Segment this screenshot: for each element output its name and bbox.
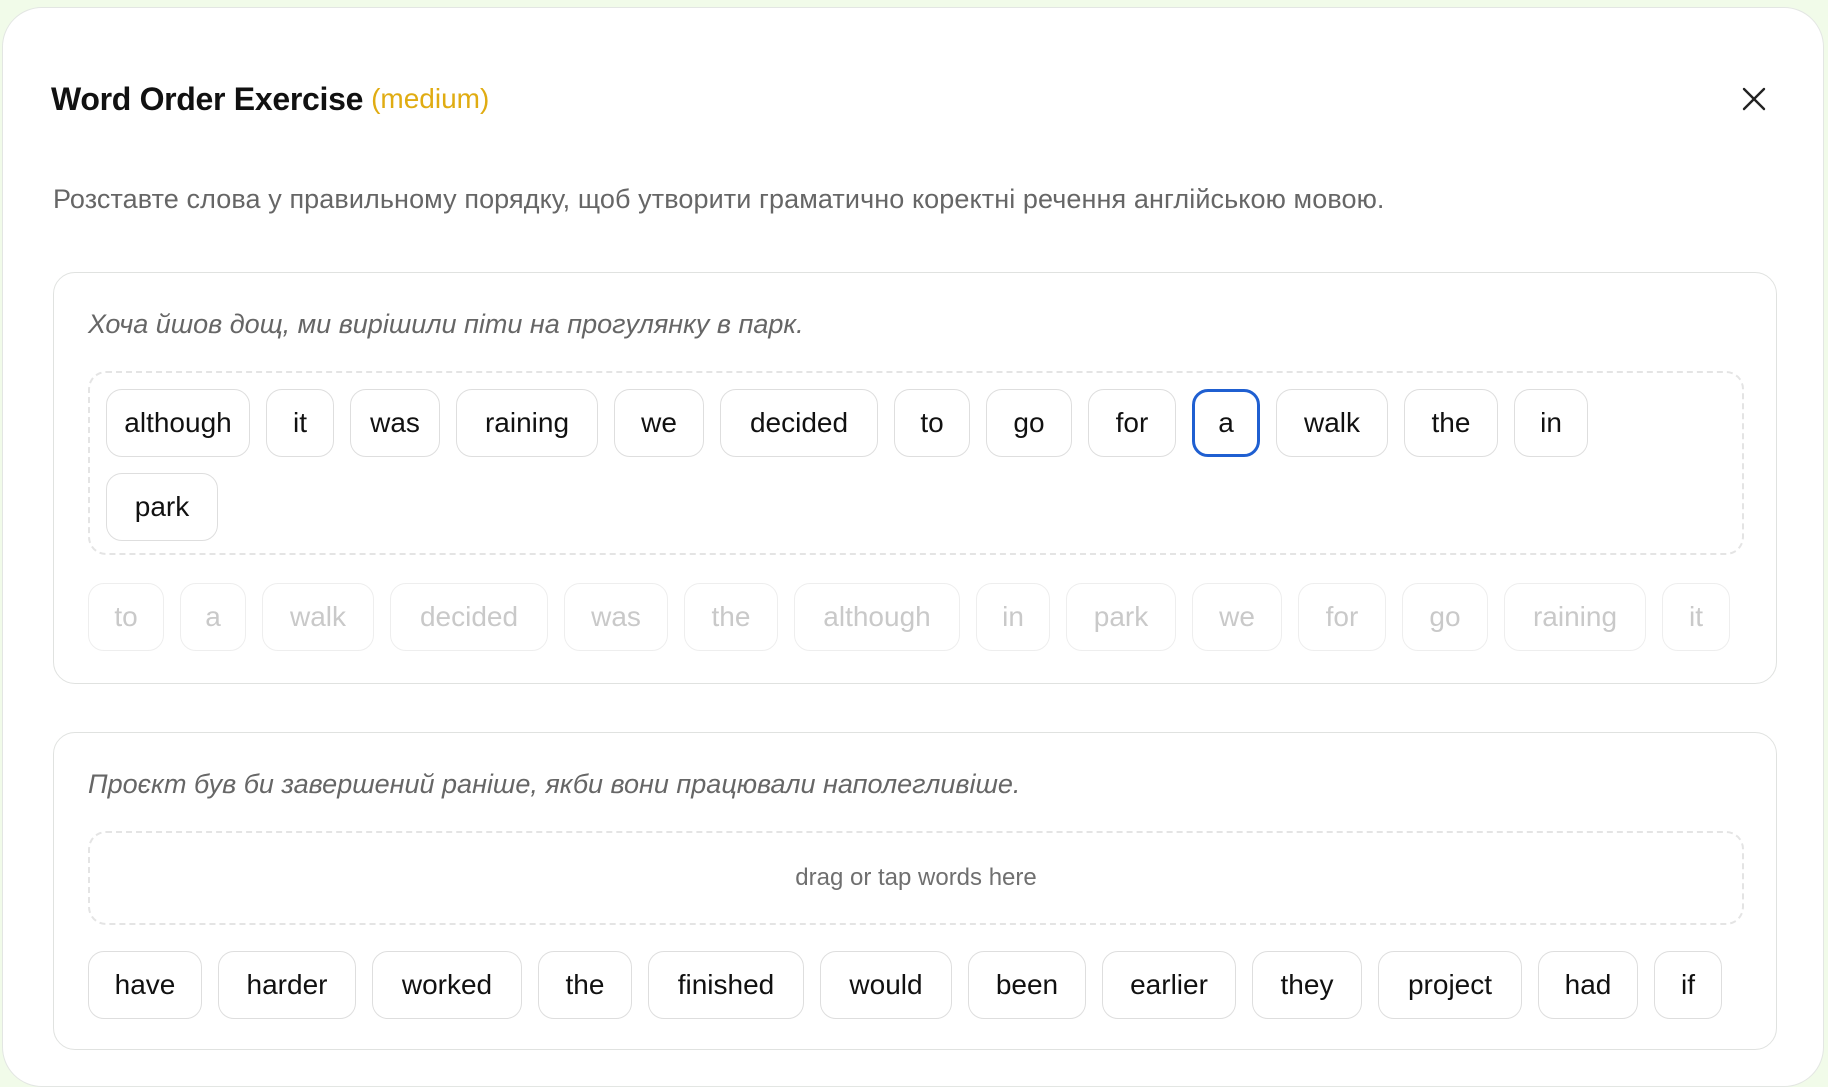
bank-word[interactable]: earlier — [1102, 951, 1236, 1019]
bank-word[interactable]: been — [968, 951, 1086, 1019]
exercise-prompt: Хоча йшов дощ, ми вирішили піти на прогу… — [88, 309, 804, 339]
difficulty-label: (medium) — [371, 83, 490, 114]
close-button[interactable] — [1725, 70, 1783, 128]
bank-word[interactable]: they — [1252, 951, 1362, 1019]
exercise-card-1: Хоча йшов дощ, ми вирішили піти на прогу… — [53, 272, 1777, 684]
bank-word[interactable]: have — [88, 951, 202, 1019]
bank-word-used: park — [1066, 583, 1176, 651]
answer-word[interactable]: decided — [720, 389, 878, 457]
answer-drop-zone[interactable]: drag or tap words here — [88, 831, 1744, 925]
bank-word[interactable]: the — [538, 951, 632, 1019]
bank-word-used: to — [88, 583, 164, 651]
answer-drop-zone[interactable]: although it was raining we decided to go… — [88, 371, 1744, 555]
answer-word[interactable]: raining — [456, 389, 598, 457]
bank-word-used: in — [976, 583, 1050, 651]
bank-word[interactable]: if — [1654, 951, 1722, 1019]
bank-word-used: was — [564, 583, 668, 651]
bank-word-used: go — [1402, 583, 1488, 651]
bank-word[interactable]: project — [1378, 951, 1522, 1019]
answer-word-selected[interactable]: a — [1192, 389, 1260, 457]
answer-word[interactable]: for — [1088, 389, 1176, 457]
bank-word-used: walk — [262, 583, 374, 651]
bank-word[interactable]: would — [820, 951, 952, 1019]
modal-header: Word Order Exercise (medium) — [51, 74, 1783, 124]
answer-word[interactable]: park — [106, 473, 218, 541]
exercise-prompt: Проєкт був би завершений раніше, якби во… — [88, 769, 1021, 799]
modal-title: Word Order Exercise — [51, 80, 364, 117]
drop-hint: drag or tap words here — [795, 864, 1037, 891]
instructions-text: Розставте слова у правильному порядку, щ… — [53, 184, 1385, 214]
answer-word[interactable]: in — [1514, 389, 1588, 457]
bank-word[interactable]: worked — [372, 951, 522, 1019]
answer-word[interactable]: although — [106, 389, 250, 457]
exercise-modal: Word Order Exercise (medium) Розставте с… — [2, 7, 1824, 1087]
bank-word-used: it — [1662, 583, 1730, 651]
exercise-card-2: Проєкт був би завершений раніше, якби во… — [53, 732, 1777, 1050]
answer-word[interactable]: go — [986, 389, 1072, 457]
bank-word-used: the — [684, 583, 778, 651]
bank-word[interactable]: finished — [648, 951, 804, 1019]
bank-word-used: although — [794, 583, 960, 651]
bank-word-used: we — [1192, 583, 1282, 651]
bank-word-used: for — [1298, 583, 1386, 651]
answer-word[interactable]: to — [894, 389, 970, 457]
answer-word[interactable]: walk — [1276, 389, 1388, 457]
bank-word-used: raining — [1504, 583, 1646, 651]
bank-word[interactable]: harder — [218, 951, 356, 1019]
bank-word[interactable]: had — [1538, 951, 1638, 1019]
answer-word[interactable]: it — [266, 389, 334, 457]
bank-word-used: a — [180, 583, 246, 651]
close-icon — [1742, 87, 1766, 111]
answer-word[interactable]: we — [614, 389, 704, 457]
answer-word[interactable]: the — [1404, 389, 1498, 457]
answer-word[interactable]: was — [350, 389, 440, 457]
bank-word-used: decided — [390, 583, 548, 651]
